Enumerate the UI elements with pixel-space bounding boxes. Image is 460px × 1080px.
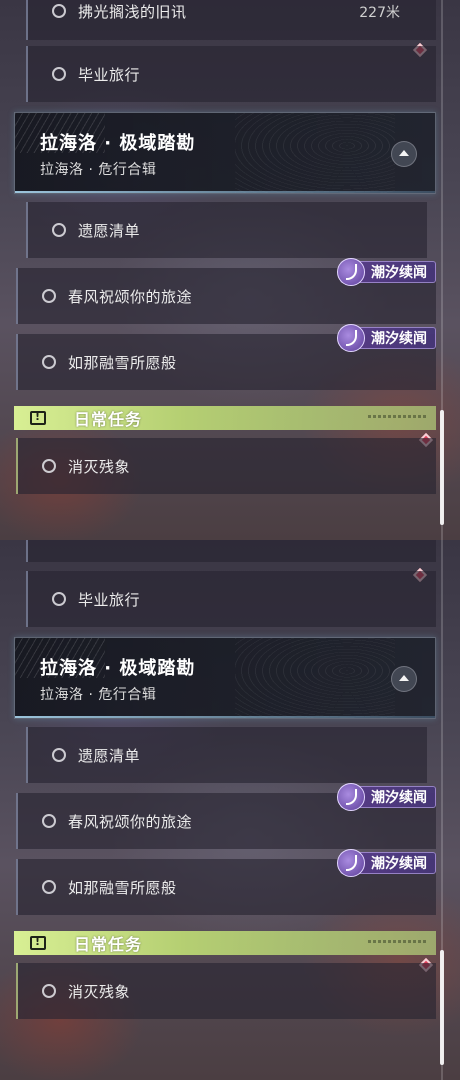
quest-row[interactable]: 遗愿清单: [26, 727, 427, 783]
quest-row[interactable]: [26, 540, 436, 562]
quest-label: 消灭残象: [68, 982, 131, 1001]
collapse-arrow-icon[interactable]: [391, 666, 417, 692]
chapter-header[interactable]: 拉海洛 · 极域踏勘 拉海洛 · 危行合辑: [14, 637, 436, 719]
tide-story-badge: 潮汐续闻: [337, 258, 436, 286]
daily-quest-icon: [30, 410, 46, 425]
tide-story-icon: [337, 258, 365, 286]
quest-row[interactable]: 消灭残象: [16, 438, 436, 494]
quest-label: 春风祝颂你的旅途: [68, 287, 193, 306]
quest-label: 拂光搁浅的旧讯: [78, 2, 187, 21]
chapter-subtitle: 拉海洛 · 危行合辑: [40, 162, 157, 178]
daily-quest-label: 日常任务: [74, 935, 143, 954]
radio-circle-icon: [42, 880, 56, 894]
daily-quest-label: 日常任务: [74, 410, 143, 429]
radio-circle-icon: [42, 814, 56, 828]
quest-label: 如那融雪所愿般: [68, 353, 177, 372]
quest-row[interactable]: 遗愿清单: [26, 202, 427, 258]
daily-quest-icon: [30, 935, 46, 950]
quest-label: 春风祝颂你的旅途: [68, 812, 193, 831]
tide-story-badge: 潮汐续闻: [337, 849, 436, 877]
quest-distance: 227米: [359, 5, 400, 21]
daily-quest-header[interactable]: 日常任务: [14, 406, 436, 430]
quest-label: 毕业旅行: [78, 590, 141, 609]
tide-story-badge: 潮汐续闻: [337, 324, 436, 352]
scrollbar-thumb[interactable]: [440, 410, 444, 525]
chapter-title: 拉海洛 · 极域踏勘: [40, 133, 196, 154]
radio-circle-icon: [52, 592, 66, 606]
scrollbar-thumb[interactable]: [440, 950, 444, 1065]
quest-row[interactable]: 拂光搁浅的旧讯 227米: [26, 0, 436, 40]
chapter-header[interactable]: 拉海洛 · 极域踏勘 拉海洛 · 危行合辑: [14, 112, 436, 194]
radio-circle-icon: [42, 289, 56, 303]
radio-circle-icon: [52, 223, 66, 237]
radio-circle-icon: [42, 984, 56, 998]
radio-circle-icon: [42, 355, 56, 369]
radio-circle-icon: [52, 748, 66, 762]
daily-quest-header[interactable]: 日常任务: [14, 931, 436, 955]
radio-circle-icon: [42, 459, 56, 473]
tide-story-icon: [337, 324, 365, 352]
quest-list-panel-bottom: 毕业旅行 拉海洛 · 极域踏勘 拉海洛 · 危行合辑 遗愿清单 春风祝颂你的旅途…: [0, 540, 460, 1080]
quest-label: 毕业旅行: [78, 65, 141, 84]
chapter-subtitle: 拉海洛 · 危行合辑: [40, 687, 157, 703]
radio-circle-icon: [52, 4, 66, 18]
quest-row[interactable]: 毕业旅行: [26, 46, 436, 102]
quest-label: 遗愿清单: [78, 221, 141, 240]
tide-story-icon: [337, 783, 365, 811]
quest-row[interactable]: 毕业旅行: [26, 571, 436, 627]
quest-label: 消灭残象: [68, 457, 131, 476]
quest-label: 如那融雪所愿般: [68, 878, 177, 897]
tide-story-badge: 潮汐续闻: [337, 783, 436, 811]
chapter-title: 拉海洛 · 极域踏勘: [40, 658, 196, 679]
quest-label: 遗愿清单: [78, 746, 141, 765]
tide-story-icon: [337, 849, 365, 877]
quest-list-panel-top: 拂光搁浅的旧讯 227米 毕业旅行 拉海洛 · 极域踏勘 拉海洛 · 危行合辑 …: [0, 0, 460, 540]
radio-circle-icon: [52, 67, 66, 81]
collapse-arrow-icon[interactable]: [391, 141, 417, 167]
quest-row[interactable]: 消灭残象: [16, 963, 436, 1019]
